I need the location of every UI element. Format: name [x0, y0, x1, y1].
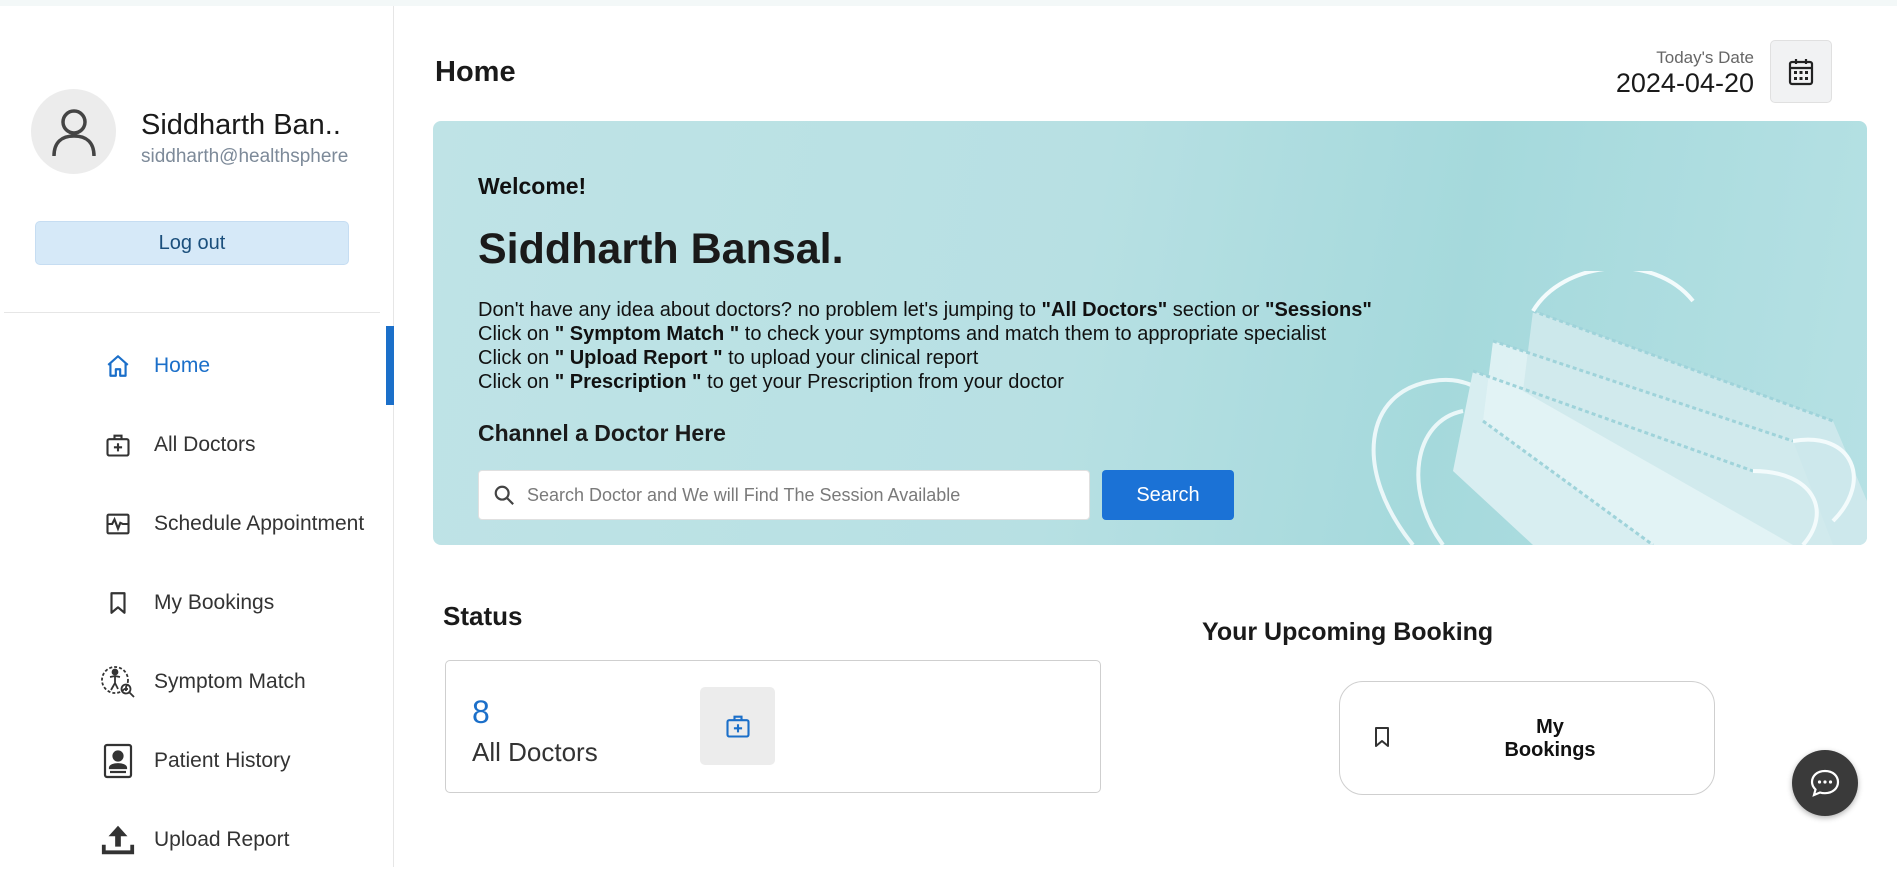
sidebar-item-upload-report[interactable]: Upload Report	[0, 800, 394, 879]
sidebar-divider	[4, 312, 380, 313]
user-icon	[51, 108, 96, 156]
sidebar-item-label: Upload Report	[154, 827, 290, 851]
chat-bubble-icon	[1810, 769, 1840, 797]
upload-icon	[100, 822, 136, 858]
instruction-line: Click on " Upload Report " to upload you…	[478, 347, 979, 369]
hero-user-name: Siddharth Bansal.	[478, 225, 844, 273]
status-icon-box	[700, 687, 775, 765]
doctor-count: 8	[472, 694, 490, 730]
sidebar-item-all-doctors[interactable]: All Doctors	[0, 405, 394, 484]
status-label: All Doctors	[472, 737, 598, 767]
status-card-all-doctors[interactable]: 8 All Doctors	[445, 660, 1101, 793]
sidebar-item-label: My Bookings	[154, 590, 275, 614]
sidebar-item-label: Schedule Appointment	[154, 511, 365, 535]
channel-doctor-title: Channel a Doctor Here	[478, 420, 726, 446]
search-icon	[494, 485, 514, 505]
calendar-button[interactable]	[1770, 40, 1832, 103]
welcome-text: Welcome!	[478, 173, 587, 199]
logout-button[interactable]: Log out	[35, 221, 349, 265]
instruction-line: Click on " Symptom Match " to check your…	[478, 323, 1327, 345]
sidebar-item-label: Patient History	[154, 748, 291, 772]
page-title: Home	[435, 56, 516, 88]
profile-email: siddharth@healthsphere	[141, 146, 349, 167]
avatar	[31, 89, 116, 174]
chat-button[interactable]	[1792, 750, 1858, 816]
sidebar-item-symptom-match[interactable]: Symptom Match	[0, 642, 394, 721]
profile-name: Siddharth Ban..	[141, 109, 341, 141]
sidebar: Siddharth Ban.. siddharth@healthsphere L…	[0, 6, 394, 867]
sidebar-item-schedule-appointment[interactable]: Schedule Appointment	[0, 484, 394, 563]
sidebar-item-label: All Doctors	[154, 432, 256, 456]
patient-card-icon	[100, 743, 136, 779]
status-title: Status	[443, 601, 523, 631]
instruction-line: Don't have any idea about doctors? no pr…	[478, 299, 1372, 321]
search-button[interactable]: Search	[1102, 470, 1234, 520]
person-search-icon	[100, 664, 136, 700]
date-label: Today's Date	[1656, 48, 1754, 67]
instructions: Don't have any idea about doctors? no pr…	[478, 298, 1372, 394]
sidebar-item-my-bookings[interactable]: My Bookings	[0, 563, 394, 642]
sidebar-item-home[interactable]: Home	[0, 326, 394, 405]
calendar-icon	[1788, 58, 1814, 85]
pulse-schedule-icon	[100, 506, 136, 542]
bookmark-icon	[100, 585, 136, 621]
upcoming-booking-title: Your Upcoming Booking	[1202, 618, 1494, 646]
doctor-search-field[interactable]	[478, 470, 1090, 520]
bookmark-icon	[1375, 727, 1389, 747]
my-bookings-card[interactable]: My Bookings	[1339, 681, 1715, 795]
medical-bag-icon	[725, 715, 750, 738]
sidebar-item-patient-history[interactable]: Patient History	[0, 721, 394, 800]
user-profile: Siddharth Ban.. siddharth@healthsphere	[31, 89, 391, 179]
instruction-line: Click on " Prescription " to get your Pr…	[478, 371, 1064, 393]
medical-bag-icon	[100, 427, 136, 463]
sidebar-item-label: Symptom Match	[154, 669, 306, 693]
welcome-banner: Welcome! Siddharth Bansal. Don't have an…	[433, 121, 1867, 545]
date-value: 2024-04-20	[1615, 68, 1754, 98]
sidebar-item-label: Home	[154, 353, 211, 377]
doctor-search-input[interactable]	[527, 484, 1067, 506]
my-bookings-label: My Bookings	[1504, 716, 1596, 761]
sidebar-nav: Home All Doctors Schedule Appointment My…	[0, 326, 394, 879]
home-icon	[100, 348, 136, 384]
